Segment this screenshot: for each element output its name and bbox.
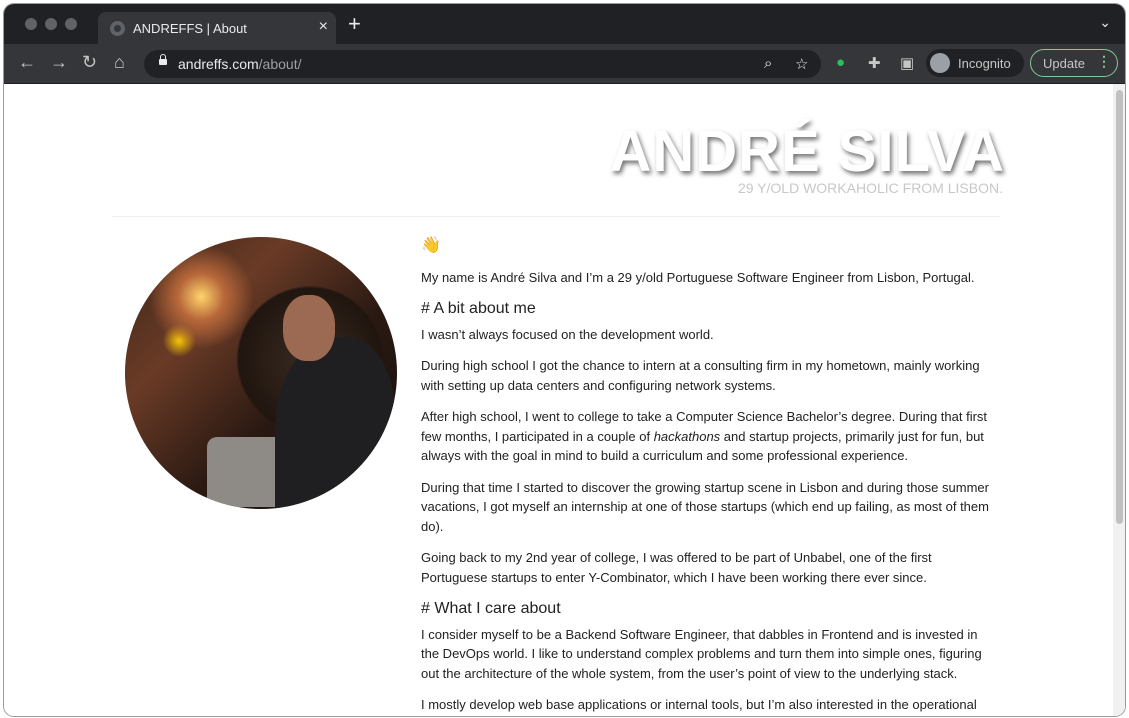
reload-button[interactable]: ↻ (82, 52, 97, 72)
about-paragraph-3: After high school, I went to college to … (421, 409, 988, 463)
home-button[interactable]: ⌂ (114, 52, 125, 72)
more-vert-icon[interactable]: ⋮ (1097, 53, 1111, 70)
forward-button[interactable]: → (50, 52, 68, 72)
lock-icon[interactable] (159, 54, 167, 65)
tab-title: ANDREFFS | About (133, 21, 247, 36)
new-tab-button[interactable]: + (348, 13, 361, 35)
close-tab-icon[interactable]: × (319, 18, 328, 36)
about-heading: # A bit about me (421, 300, 536, 317)
update-button[interactable]: Update ⋮ (1030, 49, 1118, 77)
care-heading: # What I care about (421, 600, 561, 617)
bookmark-star-icon[interactable]: ☆ (795, 55, 808, 73)
browser-window: ANDREFFS | About × + ⌄ ← → ↻ ⌂ andreffs.… (4, 4, 1125, 716)
github-icon (110, 21, 125, 36)
incognito-profile-button[interactable]: Incognito (926, 49, 1024, 77)
back-button[interactable]: ← (18, 52, 36, 72)
photo-person-body (275, 337, 395, 509)
page-scrollbar[interactable] (1113, 84, 1125, 716)
side-panel-icon[interactable]: ▣ (900, 54, 914, 72)
close-window-button[interactable] (25, 18, 37, 30)
header-divider (112, 216, 1000, 217)
hackathons-emphasis: hackathons (653, 428, 721, 444)
extensions-puzzle-icon[interactable]: ✚ (868, 54, 881, 72)
minimize-window-button[interactable] (45, 18, 57, 30)
site-title: ANDRÉ SILVA (609, 119, 1005, 184)
about-paragraph-4: During that time I started to discover t… (421, 479, 989, 534)
tab-search-chevron-icon[interactable]: ⌄ (1099, 14, 1111, 31)
maximize-window-button[interactable] (65, 18, 77, 30)
toolbar: ← → ↻ ⌂ andreffs.com/about/ ⌕ ☆ ● ✚ ▣ In… (4, 44, 1125, 84)
about-paragraph-2: During high school I got the chance to i… (421, 358, 980, 393)
update-label: Update (1043, 56, 1085, 71)
tab-about[interactable]: ANDREFFS | About × (98, 12, 336, 44)
zoom-icon[interactable]: ⌕ (764, 55, 772, 72)
about-content: 👋 My name is André Silva and I’m a 29 y/… (421, 236, 993, 716)
incognito-label: Incognito (958, 56, 1011, 71)
care-paragraph-2: I mostly develop web base applications o… (421, 697, 977, 712)
tab-strip: ANDREFFS | About × + ⌄ (4, 4, 1125, 44)
incognito-icon (930, 53, 950, 73)
address-bar[interactable]: andreffs.com/about/ ⌕ ☆ (144, 50, 821, 78)
web-page: ANDRÉ SILVA 29 Y/OLD WORKAHOLIC FROM LIS… (4, 84, 1125, 716)
url-text[interactable]: andreffs.com/about/ (178, 56, 302, 72)
care-paragraph-1: I consider myself to be a Backend Softwa… (421, 626, 982, 681)
intro-paragraph: My name is André Silva and I’m a 29 y/ol… (421, 269, 975, 285)
photo-person-head (283, 295, 335, 361)
about-paragraph-5: Going back to my 2nd year of college, I … (421, 550, 932, 585)
scrollbar-thumb[interactable] (1116, 90, 1123, 524)
waving-hand-emoji: 👋 (421, 237, 441, 254)
profile-photo (125, 237, 397, 509)
evernote-extension-icon[interactable]: ● (836, 54, 845, 71)
about-paragraph-1: I wasn’t always focused on the developme… (421, 326, 714, 342)
site-subtitle: 29 Y/OLD WORKAHOLIC FROM LISBON. (737, 180, 1003, 196)
